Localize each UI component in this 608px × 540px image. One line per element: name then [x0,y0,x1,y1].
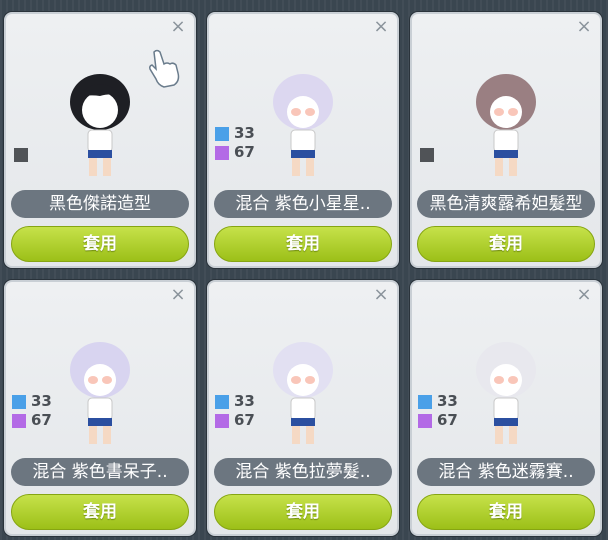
apply-button[interactable]: 套用 [417,226,595,262]
blue-swatch [12,394,26,409]
mix-ratio: 33 67 [418,392,458,430]
character-avatar [476,342,536,444]
apply-button[interactable]: 套用 [214,226,392,262]
hair-name-label: 混合 紫色小星星.. [214,190,392,218]
close-icon[interactable]: × [170,18,186,36]
close-icon[interactable]: × [576,286,592,304]
apply-button[interactable]: 套用 [11,226,189,262]
character-avatar [476,74,536,176]
hair-name-label: 黑色清爽露希妲髮型 [417,190,595,218]
hair-name-label: 混合 紫色書呆子.. [11,458,189,486]
color-swatch [14,148,28,162]
apply-button[interactable]: 套用 [11,494,189,530]
close-icon[interactable]: × [373,18,389,36]
mix-ratio: 33 67 [215,124,255,162]
close-icon[interactable]: × [170,286,186,304]
blue-swatch [215,126,229,141]
hair-card: × 33 67 混合 紫色書呆子.. 套用 [4,280,196,536]
mix-ratio: 33 67 [12,392,52,430]
apply-button[interactable]: 套用 [417,494,595,530]
mix-ratio: 33 67 [215,392,255,430]
blue-swatch [418,394,432,409]
hand-pointer-icon [149,49,180,88]
hair-name-label: 混合 紫色拉夢髮.. [214,458,392,486]
character-avatar [273,342,333,444]
character-avatar [70,74,130,176]
hair-card: × 33 67 混合 紫色拉夢髮.. 套用 [207,280,399,536]
purple-swatch [12,413,26,428]
hair-card: × 33 67 混合 紫色小星星.. 套用 [207,12,399,268]
hair-card: × 黑色傑諾造型 套用 [4,12,196,268]
hair-card: × 黑色清爽露希妲髮型 套用 [410,12,602,268]
apply-button[interactable]: 套用 [214,494,392,530]
blue-swatch [215,394,229,409]
close-icon[interactable]: × [576,18,592,36]
character-avatar [273,74,333,176]
close-icon[interactable]: × [373,286,389,304]
color-swatch [420,148,434,162]
purple-swatch [215,145,229,160]
hair-style-grid: × 黑色傑諾造型 套用 × 33 67 混合 紫色小星星.. 套用 × 黑色清爽… [0,0,608,540]
hair-name-label: 黑色傑諾造型 [11,190,189,218]
character-avatar [70,342,130,444]
purple-swatch [418,413,432,428]
purple-swatch [215,413,229,428]
hair-card: × 33 67 混合 紫色迷霧賽.. 套用 [410,280,602,536]
hair-name-label: 混合 紫色迷霧賽.. [417,458,595,486]
